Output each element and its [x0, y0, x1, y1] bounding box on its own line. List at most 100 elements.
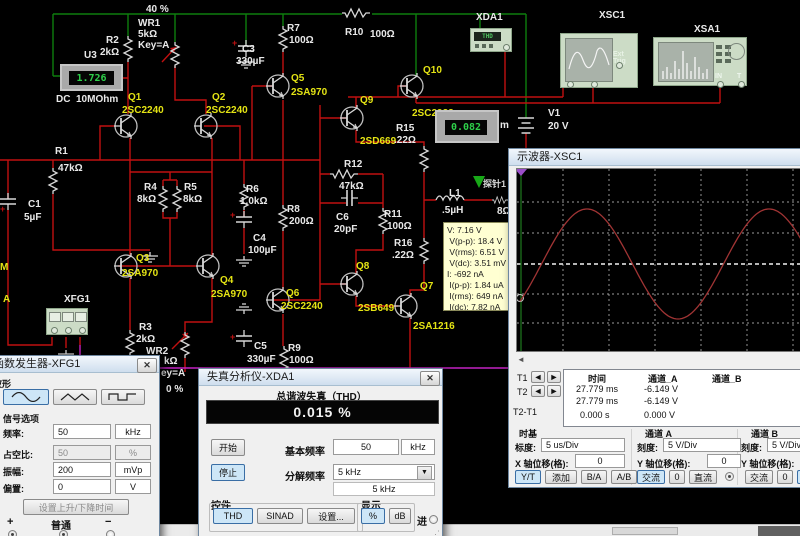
probe-tooltip-line: I: -692 nA — [447, 269, 508, 280]
probe-tooltip-line: I(dc): 7.82 nA — [447, 302, 508, 311]
scope-channel-b-scale-label: 刻度: — [741, 441, 762, 454]
scope-cursor-listbox[interactable]: 时间 通道_A 通道_B 27.779 ms -6.149 V 27.779 m… — [563, 369, 800, 427]
probe-tooltip: V: 7.16 V V(p-p): 18.4 V V(rms): 6.51 V … — [443, 222, 509, 311]
oscilloscope-icon[interactable]: Ext Trig — [560, 33, 638, 88]
xda-start-button[interactable]: 开始 — [211, 439, 245, 456]
spectrum-analyzer-icon[interactable]: IN T — [653, 37, 747, 86]
scope-cursor-handle — [517, 169, 527, 176]
xfg-plus-terminal[interactable] — [8, 530, 17, 536]
scope-screen[interactable] — [516, 168, 800, 352]
xfg-common-terminal[interactable] — [59, 530, 68, 536]
scope-timebase-scale-input[interactable]: 5 us/Div — [541, 438, 625, 452]
scope-t1-right-button[interactable]: ► — [547, 371, 561, 383]
xda-fundamental-unit[interactable]: kHz — [401, 439, 435, 455]
probe-tooltip-line: V(rms): 6.51 V — [447, 247, 508, 258]
xda-stop-button[interactable]: 停止 — [211, 464, 245, 481]
scrollbar-thumb[interactable] — [612, 527, 678, 535]
xfg-sine-wave-button[interactable] — [3, 389, 49, 405]
pot-wiper-arrows — [170, 47, 188, 339]
scope-channel-a-radio[interactable] — [725, 472, 734, 481]
scope-scroll-arrow[interactable]: ◄ — [517, 355, 525, 364]
scope-channel-a-ac-button[interactable]: 交流 — [637, 470, 665, 484]
probe-tooltip-line: I(rms): 649 nA — [447, 291, 508, 302]
xda-icon-knob — [489, 44, 493, 48]
xda-fundamental-input[interactable]: 50 — [333, 439, 399, 455]
xfg-amplitude-input[interactable]: 200 — [53, 462, 111, 477]
scope-timebase-offset-input[interactable]: 0 — [575, 454, 625, 468]
xsc-icon-terminal-b — [591, 81, 598, 88]
scope-ba-button[interactable]: B/A — [581, 470, 607, 484]
xda-corner-label: 进 — [417, 513, 427, 528]
xfg-frequency-unit[interactable]: kHz — [115, 424, 151, 439]
function-generator-window: 函数发生器-XFG1 ✕ 波形 信号选项 频率: 50 kHz 占空比: 50 … — [0, 355, 160, 536]
scope-t2-left-button[interactable]: ◄ — [531, 385, 545, 397]
function-generator-title: 函数发生器-XFG1 — [0, 358, 80, 370]
scope-channel-b-scale-input[interactable]: 5 V/Div — [767, 438, 800, 452]
xfg-triangle-wave-button[interactable] — [53, 389, 97, 405]
xfg-frequency-input[interactable]: 50 — [53, 424, 111, 439]
scope-yt-button[interactable]: Y/T — [515, 470, 541, 484]
scope-t1-left-button[interactable]: ◄ — [531, 371, 545, 383]
xda-percent-button[interactable]: % — [361, 508, 385, 524]
scope-channel-a-scale-label: 刻度: — [637, 441, 658, 454]
multimeter-u3[interactable]: 1.726 — [60, 64, 123, 91]
xda-settings-button[interactable]: 设置... — [307, 508, 355, 524]
scope-timebase-offset-label: X 轴位移(格): — [515, 457, 569, 470]
distortion-analyzer-window: 失真分析仪-XDA1 ✕ 总谐波失真（THD） 0.015 % 开始 停止 基本… — [198, 368, 443, 536]
xda-db-button[interactable]: dB — [389, 508, 411, 524]
probe-tooltip-line: V: 7.16 V — [447, 225, 508, 236]
scope-channel-a-offset-input[interactable]: 0 — [707, 454, 741, 468]
xfg-duty-unit[interactable]: % — [115, 445, 151, 460]
scope-channel-b-zero-button[interactable]: 0 — [777, 470, 793, 484]
xfg-close-button[interactable]: ✕ — [137, 358, 157, 373]
xda-close-button[interactable]: ✕ — [420, 371, 440, 386]
xsa-icon-t-label: T — [737, 73, 741, 80]
xfg-offset-input[interactable]: 0 — [53, 479, 111, 494]
xfg-amplitude-label: 振幅: — [3, 465, 24, 478]
xfg-square-wave-button[interactable] — [101, 389, 145, 405]
scope-timebase-title: 时基 — [519, 427, 537, 440]
xfg-minus-terminal[interactable] — [106, 530, 115, 536]
xfg-icon-triangle-button — [62, 312, 74, 322]
scope-t1-label: T1 — [517, 373, 528, 383]
xsa-icon-terminal-in — [717, 81, 724, 88]
distortion-analyzer-titlebar[interactable]: 失真分析仪-XDA1 — [199, 369, 442, 386]
svg-text:+: + — [232, 38, 237, 48]
scope-channel-a-scale-input[interactable]: 5 V/Div — [663, 438, 741, 452]
xda-resize-grip[interactable]: ⋰ — [431, 529, 440, 536]
scope-channel-a-offset-label: Y 轴位移(格): — [637, 457, 690, 470]
xda-resolution-label: 分解频率 — [285, 468, 325, 483]
function-generator-icon[interactable] — [46, 308, 88, 335]
multisim-workspace: ++ ++ 40 %WR15kΩKey=AR22kΩU3DC 10MOhmQ12… — [0, 0, 800, 536]
xfg-signal-options-label: 信号选项 — [3, 412, 39, 425]
xda-resolution-combo[interactable]: 5 kHz ▼ — [333, 464, 435, 480]
xfg-icon-terminal-minus — [79, 327, 86, 334]
xsa-icon-terminal-t — [738, 81, 745, 88]
xfg-minus-label: − — [105, 516, 111, 528]
multimeter-output[interactable]: 0.082 — [435, 110, 499, 143]
chevron-down-icon[interactable]: ▼ — [417, 466, 432, 480]
scope-channel-b-offset-label: Y 轴位移(格): — [741, 457, 794, 470]
scope-channel-b-ac-button[interactable]: 交流 — [745, 470, 773, 484]
xda-sinad-button[interactable]: SINAD — [257, 508, 303, 524]
scope-channel-a-dc-button[interactable]: 直流 — [689, 470, 717, 484]
xfg-amplitude-unit[interactable]: mVp — [115, 462, 151, 477]
svg-text:+: + — [230, 210, 235, 220]
distortion-analyzer-icon[interactable]: THD — [470, 28, 512, 52]
scope-t2-right-button[interactable]: ► — [547, 385, 561, 397]
xda-thd-button[interactable]: THD — [213, 508, 253, 524]
probe-marker — [473, 176, 485, 188]
scope-ab-button[interactable]: A/B — [611, 470, 637, 484]
oscilloscope-window: 示波器-XSC1 ◄ T1 ◄ ► T2 — [508, 148, 800, 488]
oscilloscope-titlebar[interactable]: 示波器-XSC1 — [509, 149, 800, 166]
xfg-duty-input[interactable]: 50 — [53, 445, 111, 460]
xfg-offset-unit[interactable]: V — [115, 479, 151, 494]
xfg-icon-square-button — [75, 312, 87, 322]
scope-add-button[interactable]: 添加 — [545, 470, 577, 484]
function-generator-titlebar[interactable]: 函数发生器-XFG1 — [0, 356, 159, 373]
xda-resolution-list-item[interactable]: 5 kHz — [333, 482, 435, 496]
xfg-rise-fall-button[interactable]: 设置上升/下降时间 — [23, 499, 129, 515]
scope-channel-a-zero-button[interactable]: 0 — [669, 470, 685, 484]
xsc-icon-terminal-a — [567, 81, 574, 88]
svg-text:+: + — [230, 332, 235, 342]
